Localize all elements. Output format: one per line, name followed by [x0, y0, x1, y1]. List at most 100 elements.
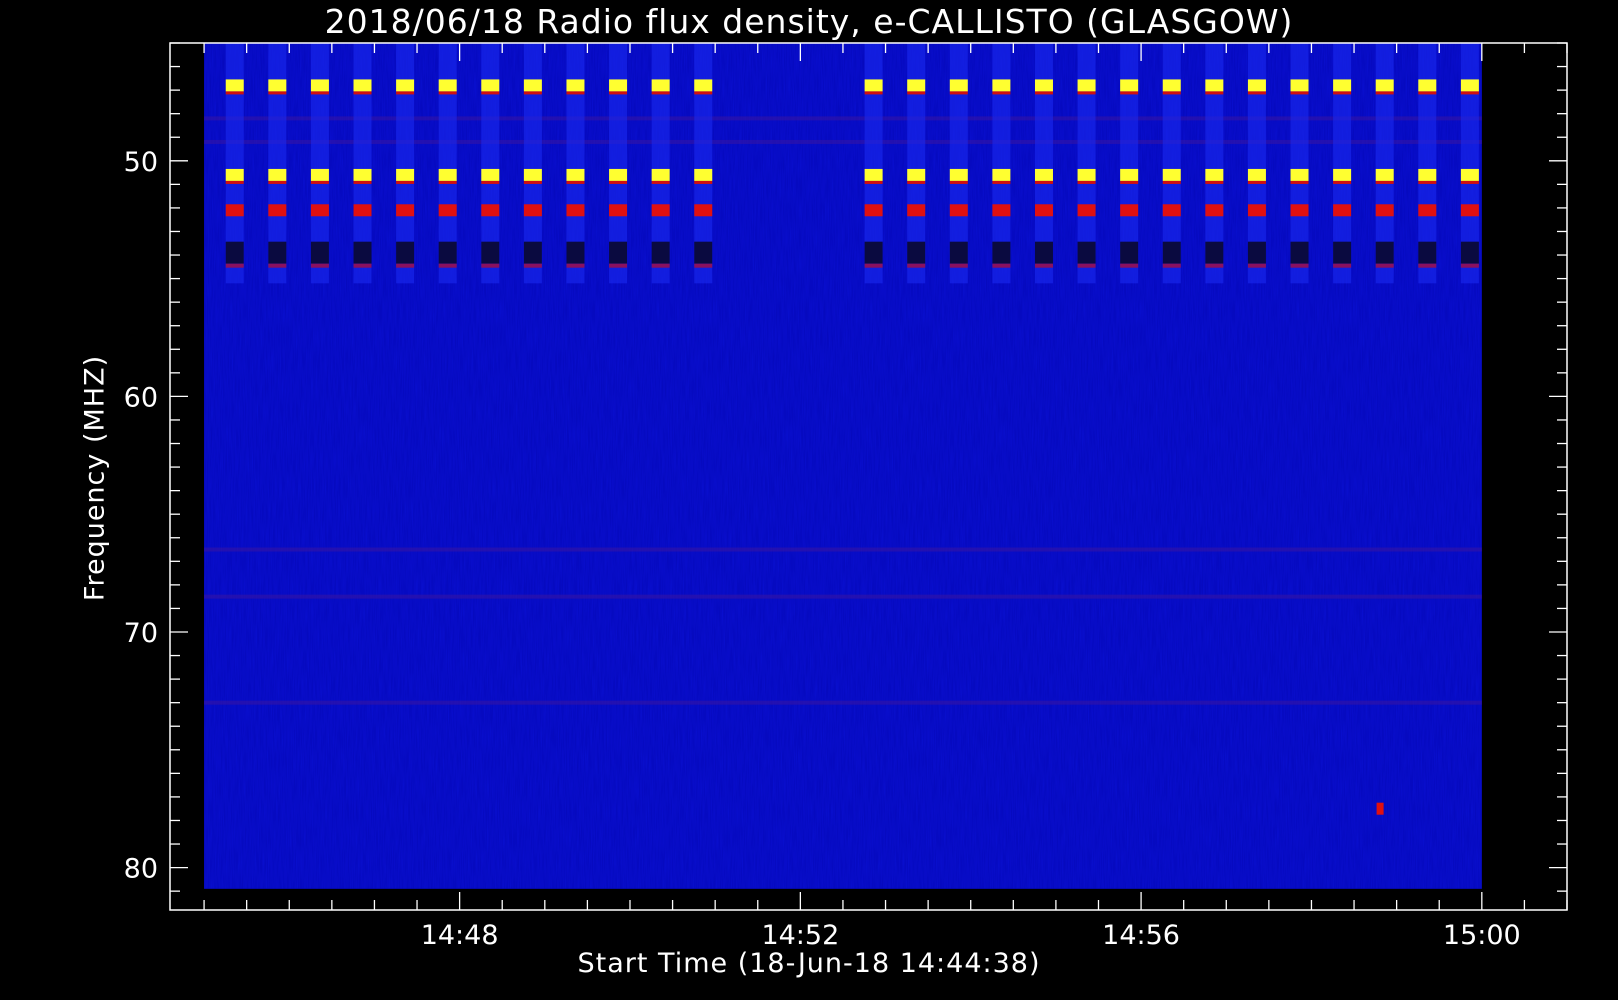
pulse-edge — [1034, 91, 1053, 95]
pulse-edge — [1375, 263, 1394, 268]
pulse-medium — [396, 204, 415, 217]
pulse-edge — [1077, 180, 1096, 184]
pulse-weak — [523, 241, 542, 264]
pulse-edge — [438, 263, 457, 268]
pulse-medium — [1162, 204, 1181, 217]
pulse-medium — [481, 204, 500, 217]
pulse-edge — [438, 180, 457, 184]
pulse-edge — [1375, 180, 1394, 184]
pulse-edge — [1460, 263, 1479, 268]
pulse-edge — [1247, 263, 1266, 268]
pulse-edge — [481, 91, 500, 95]
pulse-strong — [353, 79, 372, 92]
pulse-edge — [566, 263, 585, 268]
pulse-strong — [907, 79, 926, 92]
pulse-edge — [1162, 263, 1181, 268]
pulse-edge — [907, 180, 926, 184]
pulse-edge — [864, 180, 883, 184]
pulse-strong — [481, 168, 500, 181]
y-tick-label: 50 — [124, 147, 158, 178]
pulse-edge — [225, 180, 244, 184]
pulse-medium — [566, 204, 585, 217]
pulse-edge — [864, 91, 883, 95]
pulse-edge — [353, 180, 372, 184]
pulse-medium — [1077, 204, 1096, 217]
pulse-edge — [1247, 91, 1266, 95]
pulse-strong — [609, 79, 628, 92]
pulse-medium — [1247, 204, 1266, 217]
pulse-edge — [1290, 180, 1309, 184]
pulse-edge — [1333, 180, 1352, 184]
pulse-edge — [1077, 91, 1096, 95]
pulse-edge — [992, 180, 1011, 184]
pulse-medium — [1333, 204, 1352, 217]
pulse-weak — [1375, 241, 1394, 264]
pulse-edge — [992, 91, 1011, 95]
pulse-weak — [1120, 241, 1139, 264]
pulse-weak — [481, 241, 500, 264]
pulse-edge — [353, 263, 372, 268]
pulse-edge — [651, 263, 670, 268]
pulse-strong — [310, 168, 329, 181]
pulse-strong — [864, 168, 883, 181]
pulse-edge — [651, 180, 670, 184]
pulse-edge — [907, 263, 926, 268]
pulse-strong — [1333, 168, 1352, 181]
pulse-edge — [949, 263, 968, 268]
pulse-strong — [1290, 79, 1309, 92]
spectrogram-noise — [204, 43, 1482, 889]
pulse-edge — [907, 91, 926, 95]
pulse-strong — [1077, 168, 1096, 181]
pulse-weak — [651, 241, 670, 264]
pulse-strong — [651, 79, 670, 92]
pulse-medium — [1375, 204, 1394, 217]
pulse-strong — [268, 79, 287, 92]
pulse-medium — [1205, 204, 1224, 217]
pulse-strong — [1460, 79, 1479, 92]
pulse-edge — [1120, 180, 1139, 184]
pulse-edge — [949, 91, 968, 95]
pulse-edge — [566, 180, 585, 184]
y-tick-label: 80 — [124, 854, 158, 885]
pulse-edge — [523, 91, 542, 95]
pulse-edge — [1333, 263, 1352, 268]
pulse-weak — [396, 241, 415, 264]
pulse-weak — [566, 241, 585, 264]
pulse-edge — [1205, 263, 1224, 268]
pulse-strong — [566, 168, 585, 181]
pulse-medium — [225, 204, 244, 217]
pulse-edge — [1418, 91, 1437, 95]
pulse-medium — [310, 204, 329, 217]
pulse-strong — [268, 168, 287, 181]
pulse-edge — [1290, 263, 1309, 268]
pulse-weak — [268, 241, 287, 264]
pulse-weak — [1162, 241, 1181, 264]
pulse-weak — [1205, 241, 1224, 264]
pulse-edge — [1120, 91, 1139, 95]
pulse-edge — [1290, 91, 1309, 95]
pulse-edge — [1460, 180, 1479, 184]
pulse-edge — [694, 263, 713, 268]
pulse-edge — [609, 180, 628, 184]
pulse-edge — [1120, 263, 1139, 268]
interference-band — [204, 547, 1482, 552]
pulse-strong — [1120, 79, 1139, 92]
pulse-edge — [1375, 91, 1394, 95]
pulse-strong — [1333, 79, 1352, 92]
pulse-strong — [1205, 168, 1224, 181]
pulse-strong — [864, 79, 883, 92]
pulse-strong — [353, 168, 372, 181]
pulse-medium — [651, 204, 670, 217]
pulse-strong — [949, 168, 968, 181]
x-tick-label: 14:56 — [1102, 920, 1180, 951]
pulse-edge — [225, 91, 244, 95]
pulse-edge — [523, 180, 542, 184]
pulse-weak — [1460, 241, 1479, 264]
pulse-medium — [949, 204, 968, 217]
pulse-edge — [268, 91, 287, 95]
pulse-edge — [396, 91, 415, 95]
pulse-edge — [1034, 263, 1053, 268]
pulse-edge — [268, 180, 287, 184]
pulse-weak — [609, 241, 628, 264]
pulse-edge — [1077, 263, 1096, 268]
